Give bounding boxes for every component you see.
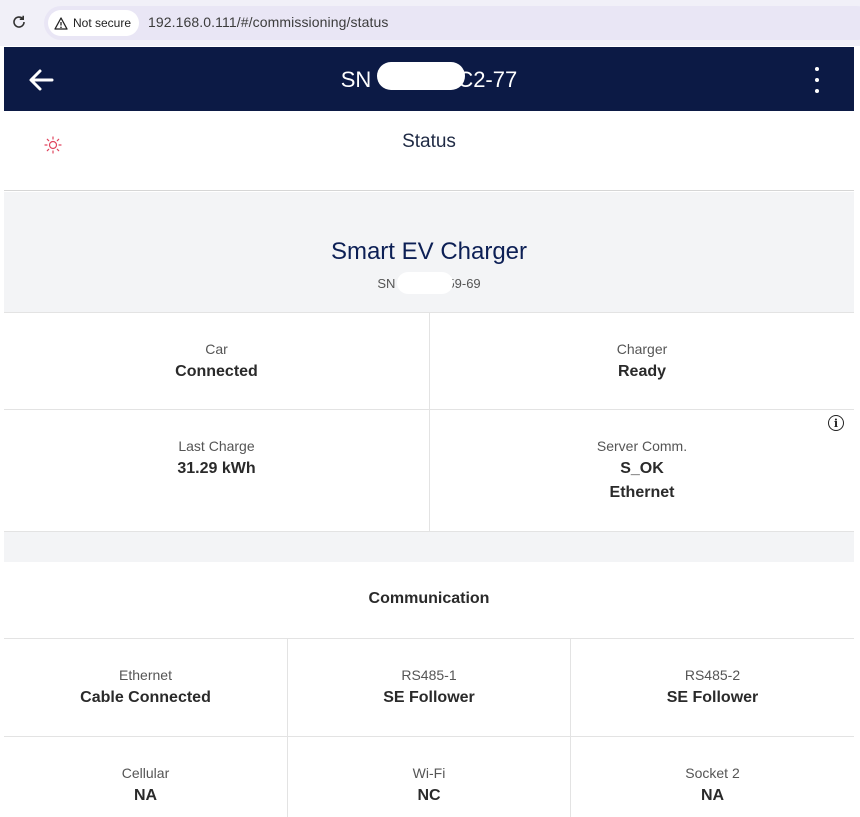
device-card: Smart EV Charger SN 59-69 bbox=[4, 192, 854, 312]
charger-tile: Charger Ready bbox=[430, 312, 854, 410]
wifi-tile: Wi-Fi NC bbox=[288, 737, 570, 817]
tile-value: Cable Connected bbox=[80, 689, 211, 706]
header-title-prefix: SN bbox=[340, 67, 372, 92]
app-header: SN C2-77 bbox=[4, 47, 854, 111]
tile-value-secondary: Ethernet bbox=[609, 484, 675, 501]
device-serial-prefix: SN bbox=[377, 276, 396, 291]
reload-icon[interactable] bbox=[9, 12, 29, 32]
tile-value: Connected bbox=[175, 363, 258, 380]
browser-toolbar: Not secure 192.168.0.111/#/commissioning… bbox=[0, 0, 860, 46]
socket-2-tile: Socket 2 NA bbox=[571, 737, 854, 817]
tile-value: NC bbox=[417, 787, 441, 804]
tile-value: 31.29 kWh bbox=[177, 460, 256, 477]
info-icon[interactable]: i bbox=[828, 415, 844, 431]
cellular-tile: Cellular NA bbox=[4, 737, 287, 817]
rs485-1-tile: RS485-1 SE Follower bbox=[288, 639, 570, 737]
tile-label: Cellular bbox=[121, 765, 170, 781]
divider bbox=[429, 312, 430, 532]
tile-label: Ethernet bbox=[119, 667, 172, 683]
security-label: Not secure bbox=[73, 16, 132, 30]
communication-title: Communication bbox=[368, 590, 490, 607]
tile-value: SE Follower bbox=[383, 689, 475, 706]
url-text[interactable]: 192.168.0.111/#/commissioning/status bbox=[148, 14, 388, 30]
tile-value: Ready bbox=[617, 363, 667, 380]
warning-icon bbox=[54, 16, 68, 30]
redaction-mark bbox=[377, 62, 465, 90]
tile-value: SE Follower bbox=[666, 689, 759, 706]
tile-label: Last Charge bbox=[178, 438, 255, 454]
tile-label: Socket 2 bbox=[685, 765, 740, 781]
redaction-mark bbox=[397, 272, 453, 294]
section-separator bbox=[4, 532, 854, 562]
server-comm-tile: Server Comm. S_OK Ethernet bbox=[430, 410, 854, 532]
more-vert-icon[interactable] bbox=[804, 63, 830, 97]
divider bbox=[287, 639, 288, 817]
car-tile: Car Connected bbox=[4, 312, 429, 410]
page-title: Status bbox=[402, 131, 456, 152]
tile-label: Server Comm. bbox=[596, 438, 688, 454]
ethernet-tile: Ethernet Cable Connected bbox=[4, 639, 287, 737]
tile-label: RS485-1 bbox=[401, 667, 457, 683]
tile-label: Wi-Fi bbox=[412, 765, 446, 781]
divider bbox=[570, 639, 571, 817]
tile-label: Car bbox=[205, 341, 228, 357]
tile-label: RS485-2 bbox=[684, 667, 741, 683]
header-title-suffix: C2-77 bbox=[457, 67, 518, 92]
tile-label: Charger bbox=[616, 341, 668, 357]
last-charge-tile: Last Charge 31.29 kWh bbox=[4, 410, 429, 532]
tile-value: S_OK bbox=[620, 460, 664, 477]
rs485-2-tile: RS485-2 SE Follower bbox=[571, 639, 854, 737]
status-strip: Status bbox=[4, 111, 854, 191]
tile-value: NA bbox=[700, 787, 725, 804]
device-name: Smart EV Charger bbox=[330, 238, 528, 265]
tile-value: NA bbox=[133, 787, 158, 804]
security-chip[interactable]: Not secure bbox=[48, 10, 140, 36]
